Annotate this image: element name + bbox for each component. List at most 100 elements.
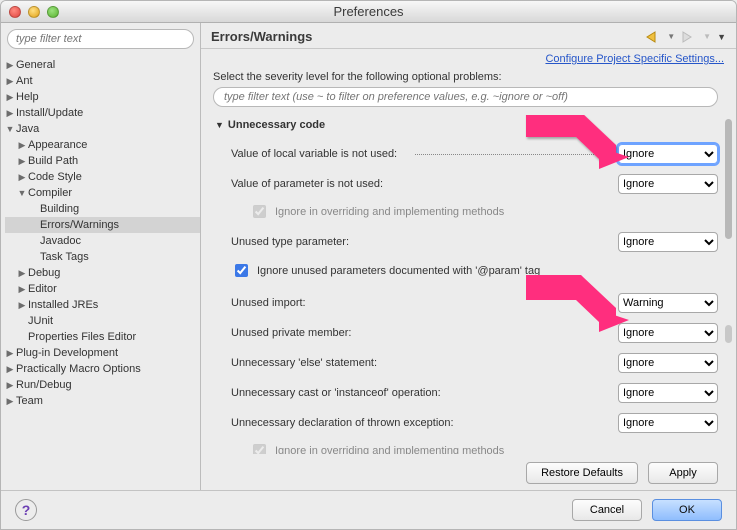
configure-project-link[interactable]: Configure Project Specific Settings... [201, 53, 736, 71]
chevron-right-icon[interactable]: ▶ [5, 73, 15, 89]
main-panel: Errors/Warnings ▼ ▼ ▼ Configure Project … [201, 23, 736, 490]
tree-item-label: Plug-in Development [15, 345, 118, 361]
chevron-right-icon[interactable]: ▶ [17, 265, 27, 281]
menu-dropdown-icon[interactable]: ▼ [717, 32, 726, 42]
tree-item-javadoc[interactable]: Javadoc [5, 233, 200, 249]
checkbox-ignore-overriding-1 [253, 205, 266, 218]
checkbox-ignore-overriding-2 [253, 444, 266, 454]
scrollbar-thumb[interactable] [725, 119, 732, 239]
combo-unnecessary-cast[interactable]: IgnoreWarningError [618, 383, 718, 403]
forward-icon[interactable] [681, 31, 697, 43]
row-label: Unused type parameter: [231, 236, 608, 248]
problems-filter-input[interactable] [213, 87, 718, 107]
section-unnecessary-code[interactable]: ▼ Unnecessary code [215, 119, 718, 131]
tree-item-label: Debug [27, 265, 60, 281]
combo-unused-import[interactable]: IgnoreWarningError [618, 293, 718, 313]
dropdown-icon[interactable]: ▼ [703, 32, 711, 41]
row-label: Value of local variable is not used: [231, 148, 397, 160]
tree-item-label: Practically Macro Options [15, 361, 141, 377]
tree-item-label: Help [15, 89, 39, 105]
chevron-down-icon[interactable]: ▼ [17, 185, 27, 201]
tree-item-task-tags[interactable]: Task Tags [5, 249, 200, 265]
chevron-right-icon[interactable]: ▶ [5, 105, 15, 121]
tree-item-team[interactable]: ▶Team [5, 393, 200, 409]
settings-scroll[interactable]: ▼ Unnecessary code Value of local variab… [201, 115, 736, 454]
chevron-right-icon[interactable]: ▶ [17, 153, 27, 169]
tree-item-errors-warnings[interactable]: Errors/Warnings [5, 217, 200, 233]
nav-icons: ▼ ▼ ▼ [645, 31, 726, 43]
checkbox-ignore-param-tag[interactable] [235, 264, 248, 277]
tree-item-label: Installed JREs [27, 297, 98, 313]
combo-local-variable-unused[interactable]: IgnoreWarningError [618, 144, 718, 164]
combo-unused-type-parameter[interactable]: IgnoreWarningError [618, 232, 718, 252]
tree-item-build-path[interactable]: ▶Build Path [5, 153, 200, 169]
combo-unnecessary-thrown-exception[interactable]: IgnoreWarningError [618, 413, 718, 433]
tree-item-code-style[interactable]: ▶Code Style [5, 169, 200, 185]
dialog-footer: ? Cancel OK [1, 490, 736, 529]
sidebar-filter-input[interactable] [7, 29, 194, 49]
tree-item-run-debug[interactable]: ▶Run/Debug [5, 377, 200, 393]
tree-item-installed-jres[interactable]: ▶Installed JREs [5, 297, 200, 313]
row-local-variable-unused: Value of local variable is not used: Ign… [213, 139, 718, 169]
chevron-right-icon[interactable]: ▶ [5, 361, 15, 377]
cancel-button[interactable]: Cancel [572, 499, 642, 521]
tree-item-practically-macro-options[interactable]: ▶Practically Macro Options [5, 361, 200, 377]
chevron-right-icon[interactable]: ▶ [17, 137, 27, 153]
tree-item-label: JUnit [27, 313, 53, 329]
chevron-right-icon[interactable]: ▶ [17, 297, 27, 313]
chevron-right-icon[interactable]: ▶ [5, 393, 15, 409]
chevron-right-icon[interactable]: ▶ [5, 89, 15, 105]
tree-item-install-update[interactable]: ▶Install/Update [5, 105, 200, 121]
tree-item-label: Build Path [27, 153, 78, 169]
restore-defaults-button[interactable]: Restore Defaults [526, 462, 638, 484]
ok-button[interactable]: OK [652, 499, 722, 521]
tree-item-appearance[interactable]: ▶Appearance [5, 137, 200, 153]
checkbox-label: Ignore unused parameters documented with… [257, 265, 540, 277]
back-icon[interactable] [645, 31, 661, 43]
chevron-right-icon[interactable]: ▶ [5, 57, 15, 73]
sub-ignore-overriding-2: Ignore in overriding and implementing me… [213, 438, 718, 454]
row-label: Unnecessary 'else' statement: [231, 357, 608, 369]
tree-item-plug-in-development[interactable]: ▶Plug-in Development [5, 345, 200, 361]
row-ignore-param-tag: Ignore unused parameters documented with… [213, 257, 718, 288]
scrollbar-thumb[interactable] [725, 325, 732, 343]
scrollbar[interactable] [720, 115, 734, 454]
tree-item-compiler[interactable]: ▼Compiler [5, 185, 200, 201]
help-icon[interactable]: ? [15, 499, 37, 521]
tree-item-junit[interactable]: JUnit [5, 313, 200, 329]
tree-item-debug[interactable]: ▶Debug [5, 265, 200, 281]
row-label: Unnecessary declaration of thrown except… [231, 417, 608, 429]
tree-item-ant[interactable]: ▶Ant [5, 73, 200, 89]
chevron-right-icon[interactable]: ▶ [5, 345, 15, 361]
page-title: Errors/Warnings [211, 29, 312, 44]
tree-item-label: Team [15, 393, 43, 409]
tree-item-label: Properties Files Editor [27, 329, 136, 345]
tree-item-properties-files-editor[interactable]: Properties Files Editor [5, 329, 200, 345]
apply-button[interactable]: Apply [648, 462, 718, 484]
preferences-tree[interactable]: ▶General▶Ant▶Help▶Install/Update▼Java▶Ap… [1, 55, 200, 490]
sidebar: ▶General▶Ant▶Help▶Install/Update▼Java▶Ap… [1, 23, 201, 490]
chevron-right-icon[interactable]: ▶ [17, 169, 27, 185]
tree-item-label: Javadoc [39, 233, 81, 249]
window-title: Preferences [1, 4, 736, 19]
preferences-window: Preferences ▶General▶Ant▶Help▶Install/Up… [0, 0, 737, 530]
tree-item-building[interactable]: Building [5, 201, 200, 217]
dropdown-icon[interactable]: ▼ [667, 32, 675, 41]
row-unused-import: Unused import: IgnoreWarningError [213, 288, 718, 318]
row-label: Unused import: [231, 297, 608, 309]
combo-unnecessary-else[interactable]: IgnoreWarningError [618, 353, 718, 373]
tree-item-label: Appearance [27, 137, 87, 153]
combo-parameter-unused[interactable]: IgnoreWarningError [618, 174, 718, 194]
tree-item-help[interactable]: ▶Help [5, 89, 200, 105]
tree-item-label: Ant [15, 73, 33, 89]
chevron-right-icon[interactable]: ▶ [17, 281, 27, 297]
instruction-text: Select the severity level for the follow… [201, 71, 736, 87]
tree-item-general[interactable]: ▶General [5, 57, 200, 73]
chevron-down-icon[interactable]: ▼ [5, 121, 15, 137]
tree-item-editor[interactable]: ▶Editor [5, 281, 200, 297]
tree-item-label: General [15, 57, 55, 73]
chevron-right-icon[interactable]: ▶ [5, 377, 15, 393]
tree-item-label: Code Style [27, 169, 82, 185]
tree-item-java[interactable]: ▼Java [5, 121, 200, 137]
combo-unused-private-member[interactable]: IgnoreWarningError [618, 323, 718, 343]
